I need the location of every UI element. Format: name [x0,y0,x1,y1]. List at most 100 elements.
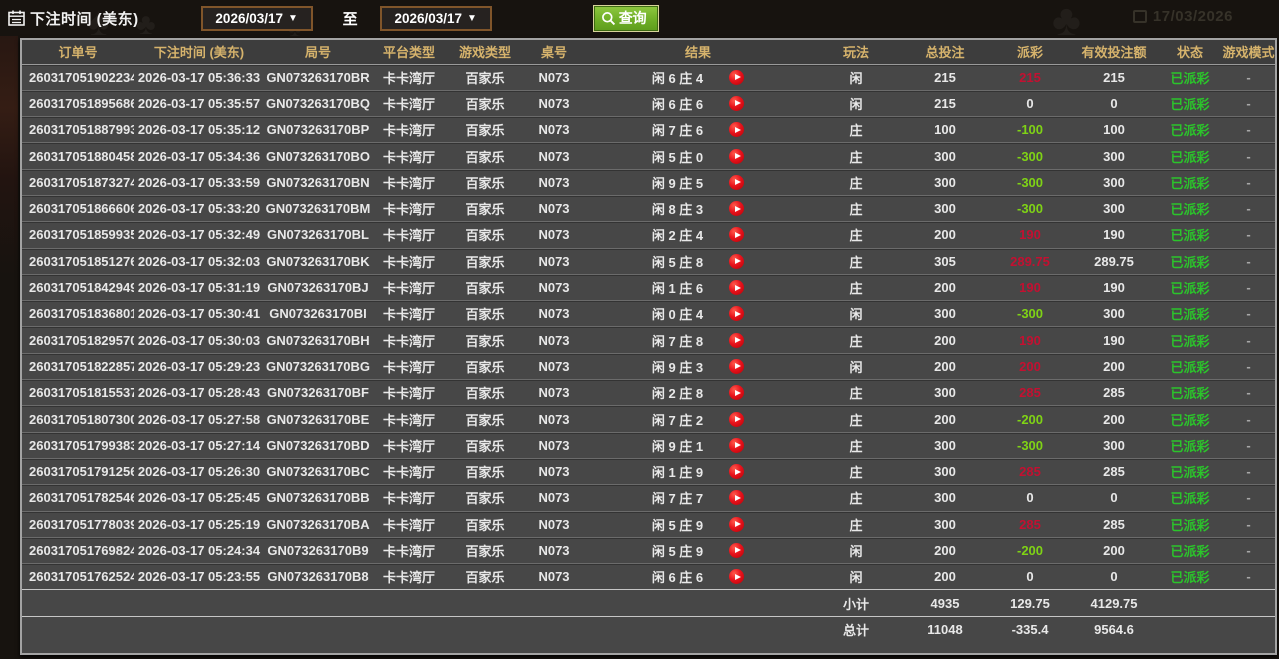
round-id-cell: GN073263170BL [264,222,372,248]
total-bet-cell: 200 [900,537,990,563]
replay-play-icon[interactable] [729,227,744,242]
game-mode-cell: - [1222,90,1275,116]
game-type-cell: 百家乐 [446,458,524,484]
replay-play-icon[interactable] [729,254,744,269]
bet-time-cell: 2026-03-17 05:33:59 [134,169,264,195]
game-type-cell: 百家乐 [446,485,524,511]
bet-time-cell: 2026-03-17 05:32:49 [134,222,264,248]
search-icon [601,11,616,26]
platform-cell: 卡卡湾厅 [372,353,446,379]
replay-play-icon[interactable] [729,70,744,85]
status-badge: 已派彩 [1158,117,1222,143]
replay-play-icon[interactable] [729,201,744,216]
replay-play-icon[interactable] [729,280,744,295]
replay-play-icon[interactable] [729,122,744,137]
replay-play-icon[interactable] [729,385,744,400]
bet-time-cell: 2026-03-17 05:27:14 [134,432,264,458]
platform-cell: 卡卡湾厅 [372,432,446,458]
table-no-cell: N073 [524,64,584,90]
game-mode-cell: - [1222,458,1275,484]
result-text: 闲 7 庄 8 [652,331,703,350]
game-type-cell: 百家乐 [446,327,524,353]
game-type-cell: 百家乐 [446,564,524,590]
replay-play-icon[interactable] [729,438,744,453]
result-text: 闲 5 庄 0 [652,147,703,166]
order-id-cell: 260317051859935 [22,222,134,248]
chevron-down-icon: ▼ [288,13,298,24]
payout-cell: -200 [990,406,1070,432]
status-badge: 已派彩 [1158,485,1222,511]
round-id-cell: GN073263170BJ [264,274,372,300]
replay-play-icon[interactable] [729,543,744,558]
total-bet-cell: 300 [900,380,990,406]
result-cell: 闲 7 庄 8 [584,327,812,353]
play-type-cell: 庄 [812,458,900,484]
status-badge: 已派彩 [1158,301,1222,327]
payout-cell: 0 [990,485,1070,511]
replay-play-icon[interactable] [729,517,744,532]
total-bet-cell: 300 [900,169,990,195]
result-cell: 闲 6 庄 4 [584,64,812,90]
table-no-cell: N073 [524,564,584,590]
payout-cell: 190 [990,222,1070,248]
order-id-cell: 260317051822857 [22,353,134,379]
status-badge: 已派彩 [1158,432,1222,458]
replay-play-icon[interactable] [729,412,744,427]
result-text: 闲 8 庄 3 [652,199,703,218]
replay-play-icon[interactable] [729,464,744,479]
round-id-cell: GN073263170BR [264,64,372,90]
play-type-cell: 庄 [812,406,900,432]
platform-cell: 卡卡湾厅 [372,511,446,537]
result-cell: 闲 0 庄 4 [584,301,812,327]
replay-play-icon[interactable] [729,569,744,584]
round-id-cell: GN073263170B9 [264,537,372,563]
table-row: 260317051791256 2026-03-17 05:26:30 GN07… [22,458,1275,484]
date-to-picker[interactable]: 2026/03/17 ▼ [380,6,492,31]
play-type-cell: 庄 [812,511,900,537]
date-from-picker[interactable]: 2026/03/17 ▼ [201,6,313,31]
play-type-cell: 庄 [812,169,900,195]
order-id-cell: 260317051815537 [22,380,134,406]
result-cell: 闲 9 庄 1 [584,432,812,458]
play-type-cell: 庄 [812,222,900,248]
total-bet-cell: 200 [900,274,990,300]
game-mode-cell: - [1222,485,1275,511]
date-from-value: 2026/03/17 [215,11,283,26]
replay-play-icon[interactable] [729,149,744,164]
column-header-bet-time: 下注时间 (美东) [134,40,264,64]
game-mode-cell: - [1222,117,1275,143]
bet-time-cell: 2026-03-17 05:28:43 [134,380,264,406]
valid-bet-cell: 200 [1070,406,1158,432]
replay-play-icon[interactable] [729,175,744,190]
round-id-cell: GN073263170BP [264,117,372,143]
table-row: 260317051887993 2026-03-17 05:35:12 GN07… [22,117,1275,143]
replay-play-icon[interactable] [729,306,744,321]
replay-play-icon[interactable] [729,333,744,348]
table-no-cell: N073 [524,458,584,484]
result-text: 闲 7 庄 6 [652,120,703,139]
column-header-play-type: 玩法 [812,40,900,64]
replay-play-icon[interactable] [729,359,744,374]
table-no-cell: N073 [524,511,584,537]
platform-cell: 卡卡湾厅 [372,64,446,90]
result-text: 闲 6 庄 6 [652,567,703,586]
filter-bar-title: 下注时间 (美东) [30,8,139,29]
table-no-cell: N073 [524,301,584,327]
payout-cell: -300 [990,195,1070,221]
play-type-cell: 庄 [812,380,900,406]
grand-total-row: 总计 11048 -335.4 9564.6 [22,616,1275,642]
result-cell: 闲 9 庄 3 [584,353,812,379]
play-type-cell: 庄 [812,274,900,300]
replay-play-icon[interactable] [729,490,744,505]
replay-play-icon[interactable] [729,96,744,111]
table-no-cell: N073 [524,143,584,169]
platform-cell: 卡卡湾厅 [372,143,446,169]
result-text: 闲 1 庄 6 [652,278,703,297]
result-text: 闲 7 庄 7 [652,488,703,507]
valid-bet-cell: 0 [1070,485,1158,511]
result-text: 闲 5 庄 9 [652,541,703,560]
search-button[interactable]: 查询 [594,6,658,31]
game-type-cell: 百家乐 [446,222,524,248]
column-header-payout: 派彩 [990,40,1070,64]
round-id-cell: GN073263170BI [264,301,372,327]
